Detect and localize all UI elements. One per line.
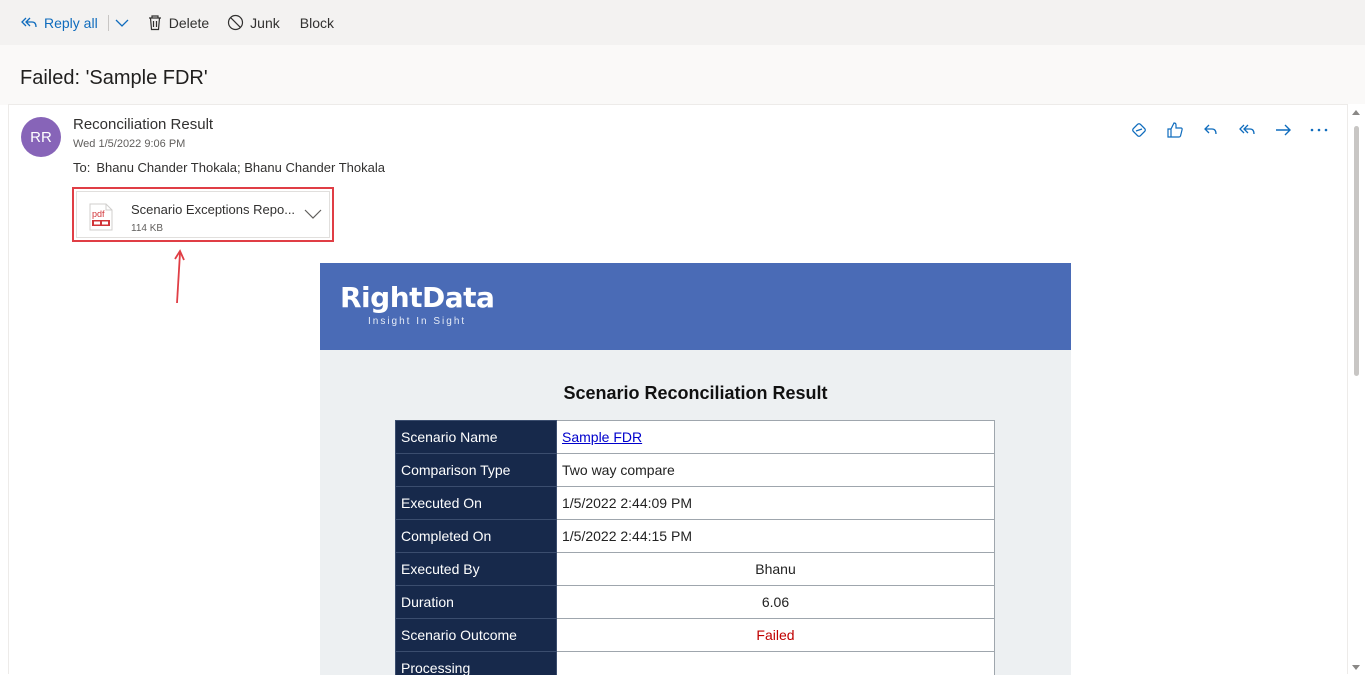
immersive-reader-icon bbox=[1130, 121, 1148, 139]
chevron-down-icon bbox=[115, 18, 129, 28]
table-row: Duration 6.06 bbox=[396, 586, 995, 619]
junk-button[interactable]: Junk bbox=[227, 8, 290, 38]
row-key: Executed On bbox=[396, 487, 557, 520]
row-value: 1/5/2022 2:44:09 PM bbox=[557, 487, 995, 520]
outcome-status: Failed bbox=[557, 619, 995, 652]
message-pane: RR Reconciliation Result Wed 1/5/2022 9:… bbox=[8, 104, 1348, 674]
table-row: Scenario Name Sample FDR bbox=[396, 421, 995, 454]
row-key: Scenario Outcome bbox=[396, 619, 557, 652]
scroll-up-icon[interactable] bbox=[1352, 110, 1360, 115]
scroll-down-icon[interactable] bbox=[1352, 665, 1360, 670]
brand-banner: RightData Insight In Sight bbox=[320, 263, 1071, 350]
email-subject: Failed: 'Sample FDR' bbox=[20, 67, 208, 90]
attachment-name: Scenario Exceptions Repo... bbox=[131, 202, 295, 217]
row-key: Comparison Type bbox=[396, 454, 557, 487]
row-value: Two way compare bbox=[557, 454, 995, 487]
scenario-link[interactable]: Sample FDR bbox=[562, 429, 642, 445]
subject-header: Failed: 'Sample FDR' bbox=[0, 45, 1365, 105]
reply-all-action-button[interactable] bbox=[1236, 119, 1257, 141]
row-key: Executed By bbox=[396, 553, 557, 586]
reply-all-button[interactable]: Reply all bbox=[20, 8, 108, 38]
row-key: Processing bbox=[396, 652, 557, 675]
attachment-highlight: pdf Scenario Exceptions Repo... 114 KB bbox=[72, 187, 334, 242]
email-body-report: RightData Insight In Sight Scenario Reco… bbox=[320, 263, 1071, 675]
message-date: Wed 1/5/2022 9:06 PM bbox=[73, 138, 185, 150]
reply-icon bbox=[1202, 122, 1220, 138]
command-toolbar: Reply all Delete Junk Block bbox=[0, 0, 1365, 45]
reply-all-icon bbox=[1238, 122, 1256, 138]
attachment-size: 114 KB bbox=[131, 223, 163, 234]
attachment-card[interactable]: pdf Scenario Exceptions Repo... 114 KB bbox=[76, 191, 330, 238]
toolbar-divider bbox=[108, 15, 109, 31]
block-label: Block bbox=[300, 15, 334, 31]
reply-all-label: Reply all bbox=[44, 15, 98, 31]
immersive-reader-button[interactable] bbox=[1128, 119, 1149, 141]
forward-button[interactable] bbox=[1272, 119, 1293, 141]
thumbs-up-icon bbox=[1166, 121, 1184, 139]
more-actions-button[interactable] bbox=[1308, 119, 1329, 141]
row-value: 6.06 bbox=[557, 586, 995, 619]
delete-button[interactable]: Delete bbox=[147, 8, 219, 38]
row-value bbox=[557, 652, 995, 675]
block-button[interactable]: Block bbox=[300, 8, 344, 38]
scroll-thumb[interactable] bbox=[1354, 126, 1359, 376]
delete-label: Delete bbox=[169, 15, 209, 31]
reply-button[interactable] bbox=[1200, 119, 1221, 141]
like-button[interactable] bbox=[1164, 119, 1185, 141]
sender-name[interactable]: Reconciliation Result bbox=[73, 116, 213, 133]
reply-all-icon bbox=[20, 15, 38, 31]
attachment-options-button[interactable] bbox=[303, 207, 323, 226]
reply-options-button[interactable] bbox=[115, 18, 129, 28]
recipients[interactable]: Bhanu Chander Thokala; Bhanu Chander Tho… bbox=[96, 160, 385, 175]
row-value: 1/5/2022 2:44:15 PM bbox=[557, 520, 995, 553]
pdf-file-icon: pdf bbox=[89, 203, 113, 231]
svg-text:pdf: pdf bbox=[92, 209, 105, 219]
trash-icon bbox=[147, 14, 163, 31]
table-row: Comparison Type Two way compare bbox=[396, 454, 995, 487]
chevron-down-icon bbox=[303, 207, 323, 221]
result-table: Scenario Name Sample FDR Comparison Type… bbox=[395, 420, 995, 675]
annotation-arrow-icon bbox=[169, 247, 189, 307]
rightdata-logo: RightData Insight In Sight bbox=[340, 281, 494, 327]
row-key: Scenario Name bbox=[396, 421, 557, 454]
row-key: Completed On bbox=[396, 520, 557, 553]
message-actions bbox=[1128, 119, 1329, 141]
table-row: Scenario Outcome Failed bbox=[396, 619, 995, 652]
table-row: Executed On 1/5/2022 2:44:09 PM bbox=[396, 487, 995, 520]
table-row: Executed By Bhanu bbox=[396, 553, 995, 586]
row-value: Sample FDR bbox=[557, 421, 995, 454]
recipients-line: To: Bhanu Chander Thokala; Bhanu Chander … bbox=[73, 160, 391, 175]
to-label: To: bbox=[73, 160, 90, 175]
junk-label: Junk bbox=[250, 15, 280, 31]
report-title: Scenario Reconciliation Result bbox=[320, 383, 1071, 404]
row-key: Duration bbox=[396, 586, 557, 619]
row-value: Bhanu bbox=[557, 553, 995, 586]
table-row: Completed On 1/5/2022 2:44:15 PM bbox=[396, 520, 995, 553]
more-dots-icon bbox=[1310, 127, 1328, 133]
block-circle-icon bbox=[227, 14, 244, 31]
vertical-scrollbar[interactable] bbox=[1348, 104, 1365, 674]
forward-arrow-icon bbox=[1274, 122, 1292, 138]
table-row: Processing bbox=[396, 652, 995, 675]
avatar[interactable]: RR bbox=[21, 117, 61, 157]
